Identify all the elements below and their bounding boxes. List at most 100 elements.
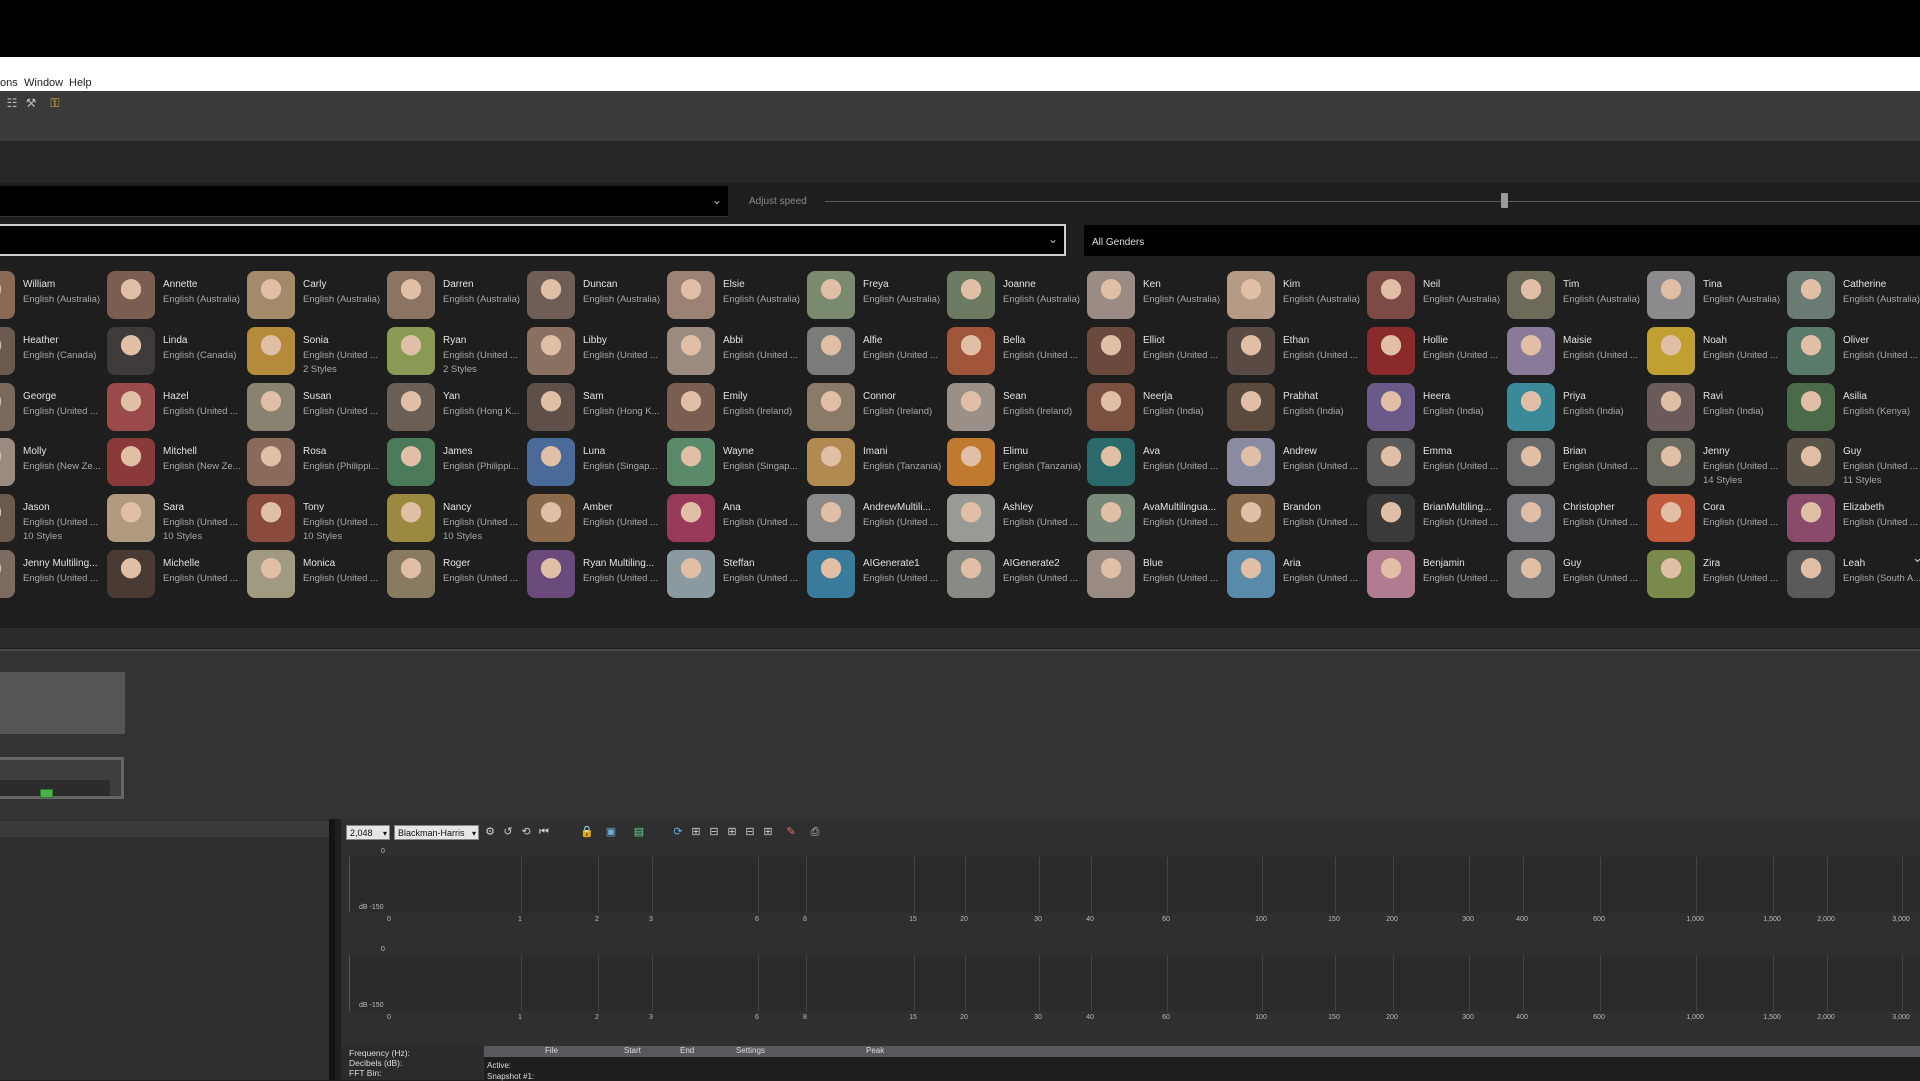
voice-card[interactable]: Connor English (Ireland) [807,382,945,435]
voice-card[interactable]: Cora English (United ... [1647,494,1785,546]
voice-card[interactable]: Emma English (United ... [1367,438,1505,490]
voice-card[interactable]: Libby English (United ... [527,326,665,379]
undo-icon[interactable]: ↺ [501,825,515,839]
voice-card[interactable]: Heather English (Canada) [0,326,105,379]
print-icon[interactable]: ⎙ [808,825,822,839]
voice-card[interactable]: Nancy English (United ... 10 Styles [387,494,525,546]
voice-card[interactable]: Monica English (United ... [247,550,385,602]
key-icon[interactable]: ⚿ [47,95,63,111]
voice-card[interactable]: Wayne English (Singap... [667,438,805,490]
fft-size-select[interactable]: 2,048 ▾ [346,825,390,840]
voice-card[interactable]: Brian English (United ... [1507,438,1645,490]
col-peak[interactable]: Peak [866,1046,884,1055]
skip-icon[interactable]: ⏮ [537,825,551,839]
voice-card[interactable]: Benjamin English (United ... [1367,550,1505,602]
refresh-icon[interactable]: ⟳ [671,825,685,839]
gender-filter[interactable]: All Genders [1084,225,1920,256]
voice-card[interactable]: AvaMultilingua... English (United ... [1087,494,1225,546]
voice-card[interactable]: William English (Australia) [0,271,105,323]
col-settings[interactable]: Settings [736,1046,765,1055]
voice-card[interactable]: Darren English (Australia) [387,271,525,323]
voice-card[interactable]: Ashley English (United ... [947,494,1085,546]
voice-card[interactable]: Zira English (United ... [1647,550,1785,602]
voice-card[interactable]: Roger English (United ... [387,550,525,602]
voice-card[interactable]: Carly English (Australia) [247,271,385,323]
voice-card[interactable]: Steffan English (United ... [667,550,805,602]
voice-card[interactable]: Molly English (New Ze... [0,438,105,490]
menu-help[interactable]: Help [69,77,92,89]
menu-options[interactable]: ons [0,77,18,89]
voice-card[interactable]: Catherine English (Australia) [1787,271,1920,323]
voice-engine-dropdown[interactable]: ⌄ [0,186,728,217]
voice-card[interactable]: Linda English (Canada) [107,326,245,379]
snapshot-icon[interactable]: ▣ [604,825,618,839]
voice-card[interactable]: Christopher English (United ... [1507,494,1645,546]
speed-slider-track[interactable] [825,201,1920,202]
graph-icon-5[interactable]: ⊞ [761,825,775,839]
voice-card[interactable]: Alfie English (United ... [807,326,945,379]
voice-card[interactable]: Jenny Multiling... English (United ... [0,550,105,602]
voice-card[interactable]: Elsie English (Australia) [667,271,805,323]
overlay-icon[interactable]: ▤ [632,825,646,839]
table-row[interactable]: Active: [487,1061,511,1070]
grid-icon[interactable] [40,789,53,798]
voice-card[interactable]: Sam English (Hong K... [527,382,665,435]
graph-icon-1[interactable]: ⊞ [689,825,703,839]
voice-card[interactable]: Tina English (Australia) [1647,271,1785,323]
reset-icon[interactable]: ⟲ [519,825,533,839]
voice-card[interactable]: Duncan English (Australia) [527,271,665,323]
spectrum-plot-top[interactable] [349,857,1920,913]
voice-card[interactable]: Elimu English (Tanzania) [947,438,1085,490]
voice-card[interactable]: Bella English (United ... [947,326,1085,379]
voice-card[interactable]: Noah English (United ... [1647,326,1785,379]
voice-card[interactable]: Elliot English (United ... [1087,326,1225,379]
voice-card[interactable]: Annette English (Australia) [107,271,245,323]
graph-icon-3[interactable]: ⊞ [725,825,739,839]
voice-card[interactable]: AndrewMultili... English (United ... [807,494,945,546]
voice-card[interactable]: Neerja English (India) [1087,382,1225,435]
eraser-icon[interactable]: ✎ [784,825,798,839]
voice-card[interactable]: Tim English (Australia) [1507,271,1645,323]
voice-card[interactable]: Brandon English (United ... [1227,494,1365,546]
col-end[interactable]: End [680,1046,694,1055]
voice-card[interactable]: Amber English (United ... [527,494,665,546]
voice-card[interactable]: Ava English (United ... [1087,438,1225,490]
voice-card[interactable]: Rosa English (Philippi... [247,438,385,490]
voice-card[interactable]: Maisie English (United ... [1507,326,1645,379]
col-start[interactable]: Start [624,1046,641,1055]
window-function-select[interactable]: Blackman-Harris ▾ [394,825,479,840]
voice-card[interactable]: Guy English (United ... 11 Styles [1787,438,1920,490]
menu-window[interactable]: Window [24,77,63,89]
voice-card[interactable]: Neil English (Australia) [1367,271,1505,323]
voice-card[interactable]: Leah English (South A... [1787,550,1920,602]
voice-card[interactable]: Elizabeth English (United ... [1787,494,1920,546]
voice-card[interactable]: Jenny English (United ... 14 Styles [1647,438,1785,490]
voice-card[interactable]: Kim English (Australia) [1227,271,1365,323]
voice-card[interactable]: Joanne English (Australia) [947,271,1085,323]
voice-card[interactable]: Jason English (United ... 10 Styles [0,494,105,546]
voice-card[interactable]: BrianMultiling... English (United ... [1367,494,1505,546]
language-dropdown[interactable]: ⌄ [0,224,1066,256]
voice-card[interactable]: Aria English (United ... [1227,550,1365,602]
voice-card[interactable]: AIGenerate1 English (United ... [807,550,945,602]
voice-card[interactable]: Priya English (India) [1507,382,1645,435]
voice-card[interactable]: Emily English (Ireland) [667,382,805,435]
speed-slider-thumb[interactable] [1500,193,1508,208]
voice-card[interactable]: Sara English (United ... 10 Styles [107,494,245,546]
scroll-down-icon[interactable]: ⌄ [1912,550,1920,566]
voice-card[interactable]: Michelle English (United ... [107,550,245,602]
col-file[interactable]: File [545,1046,558,1055]
voice-card[interactable]: George English (United ... [0,382,105,435]
voice-card[interactable]: James English (Philippi... [387,438,525,490]
voice-card[interactable]: Blue English (United ... [1087,550,1225,602]
voice-card[interactable]: Sonia English (United ... 2 Styles [247,326,385,379]
voice-card[interactable]: AIGenerate2 English (United ... [947,550,1085,602]
voice-card[interactable]: Freya English (Australia) [807,271,945,323]
tools-icon[interactable]: ⚒ [23,95,39,111]
voice-card[interactable]: Yan English (Hong K... [387,382,525,435]
voice-card[interactable]: Hazel English (United ... [107,382,245,435]
voice-card[interactable]: Ana English (United ... [667,494,805,546]
voice-card[interactable]: Abbi English (United ... [667,326,805,379]
graph-icon-2[interactable]: ⊟ [707,825,721,839]
voice-card[interactable]: Ethan English (United ... [1227,326,1365,379]
